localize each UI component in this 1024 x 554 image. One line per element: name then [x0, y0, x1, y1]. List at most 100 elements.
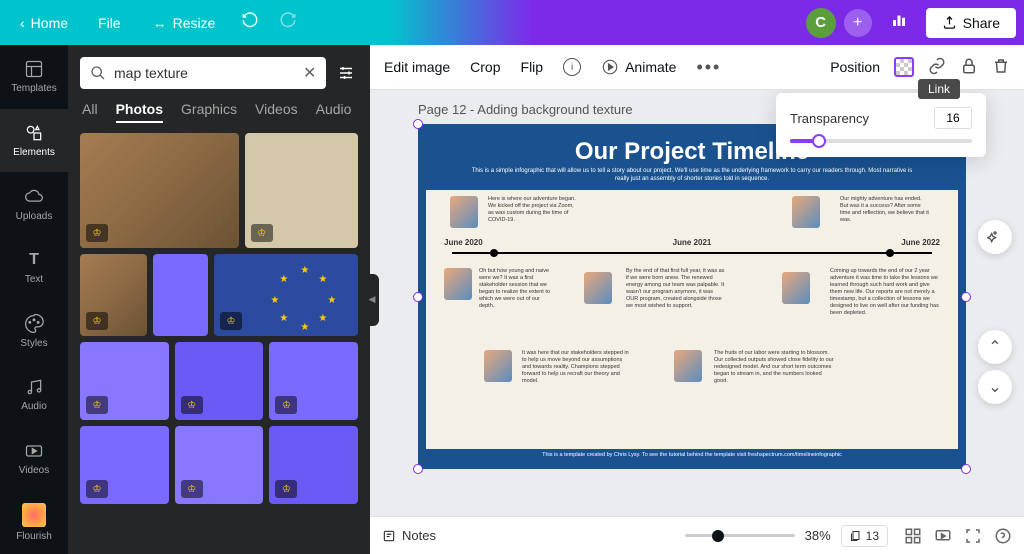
search-row: ✕ — [68, 45, 370, 101]
position-button[interactable]: Position — [830, 59, 880, 75]
animate-button[interactable]: Animate — [601, 58, 676, 76]
present-button[interactable] — [934, 527, 952, 545]
more-options-button[interactable]: ••• — [696, 57, 721, 78]
link-button[interactable]: Link — [928, 57, 946, 78]
slider-thumb[interactable] — [812, 134, 826, 148]
result-thumb[interactable]: ♔ — [269, 342, 358, 420]
tab-videos[interactable]: Videos — [255, 101, 298, 123]
premium-badge: ♔ — [181, 480, 203, 498]
result-thumb[interactable]: ♔ — [175, 426, 264, 504]
lock-button[interactable] — [960, 57, 978, 78]
nav-rail: Templates Elements Uploads T Text Styles… — [0, 45, 68, 554]
redo-button[interactable] — [271, 3, 305, 42]
link-tooltip: Link — [918, 79, 960, 99]
page-nav-down-button[interactable]: ⌄ — [978, 370, 1012, 404]
nav-uploads[interactable]: Uploads — [0, 172, 68, 236]
flourish-icon — [22, 503, 46, 527]
grid-view-button[interactable] — [904, 527, 922, 545]
top-bar: ‹ Home File ↔ Resize C + Share — [0, 0, 1024, 45]
chevron-left-icon: ‹ — [20, 15, 25, 31]
file-menu-button[interactable]: File — [84, 9, 135, 37]
search-input[interactable] — [114, 65, 295, 81]
nav-text[interactable]: T Text — [0, 236, 68, 300]
canvas-area: Edit image Crop Flip i Animate ••• Posit… — [370, 45, 1024, 554]
premium-badge: ♔ — [275, 396, 297, 414]
result-thumb[interactable]: ♔ — [245, 133, 358, 248]
search-box: ✕ — [80, 57, 326, 89]
filter-button[interactable] — [334, 57, 358, 89]
delete-button[interactable] — [992, 57, 1010, 78]
result-thumb[interactable]: ★★★★★★★★ ♔ — [214, 254, 358, 336]
canvas-page[interactable]: Our Project Timeline This is a simple in… — [418, 124, 966, 469]
animate-icon — [601, 58, 619, 76]
chevron-left-icon: ◀ — [369, 294, 376, 305]
resize-button[interactable]: ↔ Resize — [139, 9, 230, 37]
user-avatar[interactable]: C — [806, 8, 836, 38]
nav-flourish[interactable]: Flourish — [0, 490, 68, 554]
nav-videos[interactable]: Videos — [0, 427, 68, 491]
main-layout: Templates Elements Uploads T Text Styles… — [0, 45, 1024, 554]
result-thumb[interactable]: ♔ — [269, 426, 358, 504]
result-thumb[interactable]: ♔ — [80, 426, 169, 504]
info-button[interactable]: i — [563, 58, 581, 76]
add-collaborator-button[interactable]: + — [844, 9, 872, 37]
transparency-input[interactable] — [934, 107, 972, 129]
result-thumb[interactable]: ♔ — [80, 133, 239, 248]
palette-icon — [24, 314, 44, 334]
nav-elements[interactable]: Elements — [0, 109, 68, 173]
zoom-level[interactable]: 38% — [805, 528, 831, 543]
premium-badge: ♔ — [251, 224, 273, 242]
tab-graphics[interactable]: Graphics — [181, 101, 237, 123]
page-design: Our Project Timeline This is a simple in… — [426, 132, 958, 461]
add-comment-button[interactable] — [978, 220, 1012, 254]
link-icon — [928, 57, 946, 75]
top-right-menu: C + Share — [806, 5, 1016, 40]
nav-audio[interactable]: Audio — [0, 363, 68, 427]
search-tabs: All Photos Graphics Videos Audio — [68, 101, 370, 133]
notes-icon — [382, 529, 396, 543]
premium-badge: ♔ — [86, 396, 108, 414]
premium-badge: ♔ — [86, 312, 108, 330]
transparency-slider[interactable] — [790, 139, 972, 143]
edit-image-button[interactable]: Edit image — [384, 59, 450, 75]
home-button[interactable]: ‹ Home — [8, 9, 80, 37]
tab-all[interactable]: All — [82, 101, 98, 123]
audio-icon — [24, 377, 44, 397]
collapse-panel-button[interactable]: ◀ — [365, 274, 379, 326]
page-navigator-button[interactable]: 13 — [841, 525, 888, 547]
transparency-label: Transparency — [790, 111, 869, 126]
canvas-viewport[interactable]: Page 12 - Adding background texture Tran… — [370, 90, 1024, 516]
flip-button[interactable]: Flip — [521, 59, 544, 75]
page-nav-up-button[interactable]: ⌃ — [978, 330, 1012, 364]
context-toolbar: Edit image Crop Flip i Animate ••• Posit… — [370, 45, 1024, 90]
undo-button[interactable] — [233, 3, 267, 42]
crop-button[interactable]: Crop — [470, 59, 500, 75]
tab-audio[interactable]: Audio — [316, 101, 352, 123]
premium-badge: ♔ — [181, 396, 203, 414]
result-thumb[interactable]: ♔ — [80, 342, 169, 420]
clear-search-button[interactable]: ✕ — [303, 63, 316, 83]
fullscreen-button[interactable] — [964, 527, 982, 545]
tab-photos[interactable]: Photos — [116, 101, 163, 123]
transparency-button[interactable] — [894, 57, 914, 77]
timeline-footer: This is a template created by Chris Lysy… — [426, 449, 958, 461]
help-button[interactable] — [994, 527, 1012, 545]
timeline-subtitle: This is a simple infographic that will a… — [426, 168, 958, 190]
share-button[interactable]: Share — [926, 8, 1016, 38]
video-icon — [24, 441, 44, 461]
zoom-slider[interactable] — [685, 534, 795, 537]
elements-icon — [24, 123, 44, 143]
nav-templates[interactable]: Templates — [0, 45, 68, 109]
result-thumb[interactable]: ♔ — [175, 342, 264, 420]
search-icon — [90, 65, 106, 81]
result-thumb[interactable] — [153, 254, 208, 336]
zoom-thumb[interactable] — [712, 530, 724, 542]
side-panel: ✕ All Photos Graphics Videos Audio ♔ ♔ ♔ — [68, 45, 370, 554]
chevron-down-icon: ⌄ — [988, 377, 1001, 397]
redo-icon — [279, 11, 297, 29]
resize-icon: ↔ — [153, 15, 167, 31]
notes-button[interactable]: Notes — [382, 528, 436, 543]
analytics-button[interactable] — [880, 5, 918, 40]
nav-styles[interactable]: Styles — [0, 300, 68, 364]
result-thumb[interactable]: ♔ — [80, 254, 147, 336]
